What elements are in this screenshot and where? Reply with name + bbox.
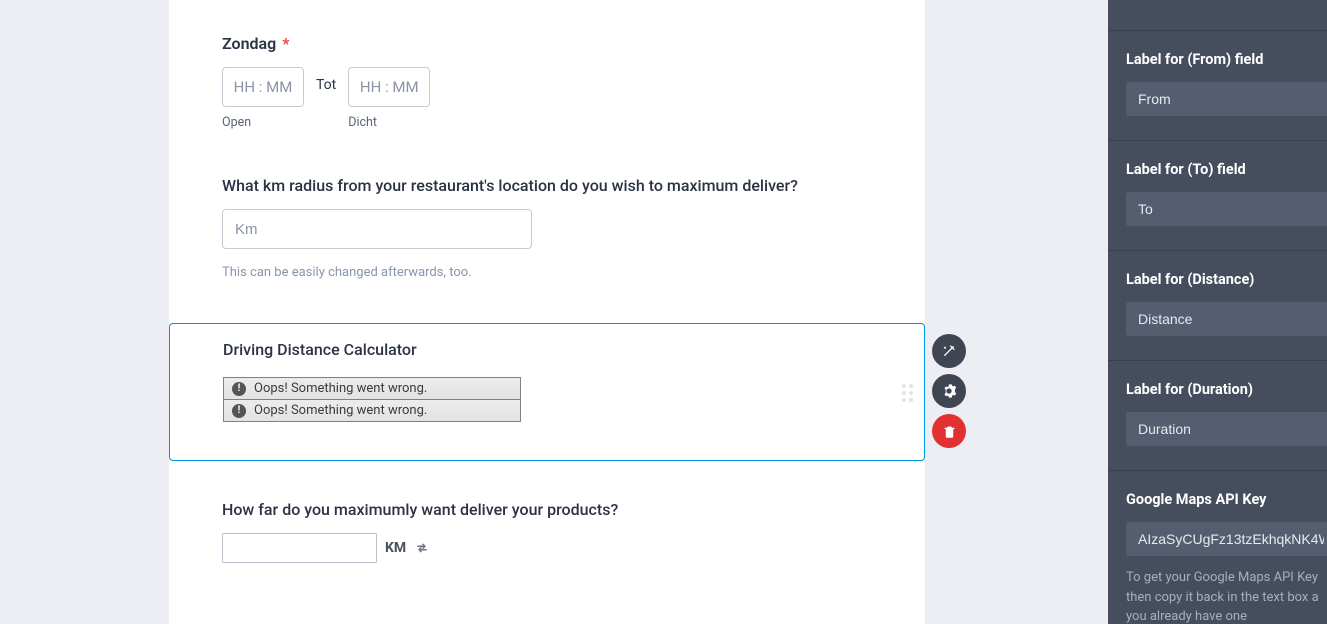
- open-sublabel: Open: [222, 115, 304, 130]
- widget-title: Driving Distance Calculator: [223, 340, 871, 359]
- error-icon: !: [232, 382, 246, 396]
- duration-group: Label for (Duration): [1108, 360, 1327, 470]
- properties-sidebar: Label for (From) field Label for (To) fi…: [1108, 0, 1327, 624]
- open-time-placeholder: HH : MM: [234, 78, 293, 96]
- duration-label: Label for (Duration): [1126, 381, 1327, 398]
- open-time-input[interactable]: HH : MM: [222, 67, 304, 107]
- to-input[interactable]: [1126, 192, 1327, 226]
- zondag-label-text: Zondag: [222, 34, 276, 53]
- radius-input[interactable]: [222, 209, 532, 249]
- from-label: Label for (From) field: [1126, 51, 1327, 68]
- delete-button[interactable]: [932, 414, 966, 448]
- radius-help: This can be easily changed afterwards, t…: [222, 265, 872, 280]
- from-input[interactable]: [1126, 82, 1327, 116]
- howfar-section: How far do you maximumly want deliver yo…: [222, 500, 872, 563]
- drag-handle[interactable]: [902, 384, 916, 402]
- howfar-unit: KM: [385, 540, 406, 556]
- zondag-section: Zondag * HH : MM Open Tot HH : MM Dicht: [169, 34, 925, 130]
- apikey-input[interactable]: [1126, 522, 1327, 556]
- from-group: Label for (From) field: [1108, 30, 1327, 140]
- widget-actions: [932, 334, 966, 448]
- duration-input[interactable]: [1126, 412, 1327, 446]
- zondag-label: Zondag *: [222, 34, 872, 53]
- distance-group: Label for (Distance): [1108, 250, 1327, 360]
- widget-error-text-2: Oops! Something went wrong.: [254, 403, 427, 418]
- sidebar-top-spacer: [1108, 0, 1327, 30]
- settings-button[interactable]: [932, 374, 966, 408]
- close-time-input[interactable]: HH : MM: [348, 67, 430, 107]
- swap-icon[interactable]: [414, 541, 430, 555]
- howfar-input[interactable]: [222, 533, 377, 563]
- close-sublabel: Dicht: [348, 115, 430, 130]
- magic-button[interactable]: [932, 334, 966, 368]
- howfar-question: How far do you maximumly want deliver yo…: [222, 500, 872, 519]
- apikey-label: Google Maps API Key: [1126, 491, 1327, 508]
- apikey-help: To get your Google Maps API Key then cop…: [1126, 568, 1327, 624]
- distance-input[interactable]: [1126, 302, 1327, 336]
- to-group: Label for (To) field: [1108, 140, 1327, 250]
- radius-section: What km radius from your restaurant's lo…: [169, 176, 925, 280]
- howfar-row: KM: [222, 533, 872, 563]
- radius-question: What km radius from your restaurant's lo…: [222, 176, 872, 195]
- form-canvas: Zondag * HH : MM Open Tot HH : MM Dicht: [0, 0, 1108, 624]
- widget-error-row-2: ! Oops! Something went wrong.: [223, 399, 521, 422]
- widget-error-row-1: ! Oops! Something went wrong.: [223, 377, 521, 399]
- required-mark: *: [282, 34, 289, 53]
- to-label: Label for (To) field: [1126, 161, 1327, 178]
- open-time-col: HH : MM Open: [222, 67, 304, 130]
- close-time-col: HH : MM Dicht: [348, 67, 430, 130]
- error-icon: !: [232, 404, 246, 418]
- driving-distance-widget[interactable]: Driving Distance Calculator ! Oops! Some…: [169, 323, 925, 461]
- tot-label: Tot: [316, 67, 336, 93]
- close-time-placeholder: HH : MM: [360, 78, 419, 96]
- widget-error-text-1: Oops! Something went wrong.: [254, 381, 427, 396]
- apikey-group: Google Maps API Key To get your Google M…: [1108, 470, 1327, 624]
- zondag-time-row: HH : MM Open Tot HH : MM Dicht: [222, 67, 872, 130]
- distance-label: Label for (Distance): [1126, 271, 1327, 288]
